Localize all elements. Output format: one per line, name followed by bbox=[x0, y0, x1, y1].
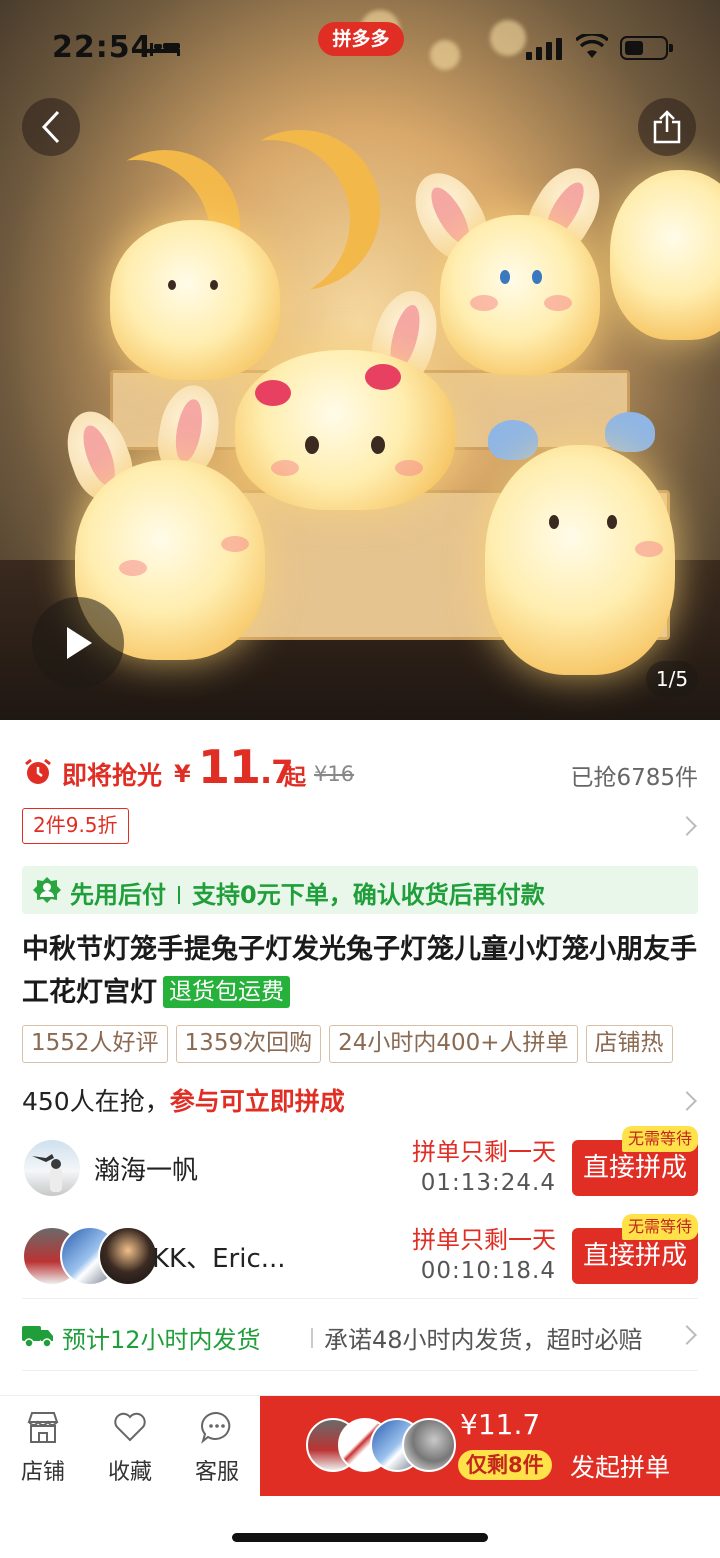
no-wait-badge: 无需等待 bbox=[621, 1214, 698, 1240]
pay-later-divider bbox=[178, 886, 180, 904]
avatar-photo bbox=[32, 1154, 62, 1192]
group-countdown: 01:13:24.4 bbox=[420, 1170, 556, 1196]
review-tags[interactable]: 1552人好评 1359次回购 24小时内400+人拼单 店铺热 bbox=[22, 1025, 720, 1065]
product-title: 中秋节灯笼手提兔子灯发光兔子灯笼儿童小灯笼小朋友手工花灯宫灯 退货包运费 bbox=[22, 928, 712, 1014]
share-button[interactable] bbox=[638, 98, 696, 156]
price-integer: 11 bbox=[198, 740, 261, 794]
divider bbox=[22, 1298, 698, 1299]
product-title-text: 中秋节灯笼手提兔子灯发光兔子灯笼儿童小灯笼小朋友手工花灯宫灯 bbox=[22, 934, 697, 1008]
shipping-estimate: 预计12小时内发货 bbox=[62, 1326, 261, 1354]
tag-store-hot[interactable]: 店铺热 bbox=[585, 1025, 673, 1063]
start-group-label: 发起拼单 bbox=[570, 1453, 671, 1482]
share-icon bbox=[653, 110, 681, 144]
price-from-suffix: 起 bbox=[284, 766, 307, 791]
sleep-mode-icon bbox=[150, 43, 180, 56]
group-leader-name: KK、Eric... bbox=[152, 1244, 286, 1274]
delivery-truck-icon bbox=[22, 1326, 53, 1348]
return-shipping-tag: 退货包运费 bbox=[163, 976, 290, 1008]
bunny-lantern-back bbox=[440, 215, 600, 375]
heart-icon bbox=[114, 1412, 146, 1442]
chevron-right-icon[interactable] bbox=[677, 1091, 697, 1111]
start-group-button[interactable]: ¥11.7 仅剩8件 发起拼单 bbox=[260, 1396, 720, 1496]
chat-bubble-icon bbox=[201, 1411, 231, 1444]
tag-good-reviews[interactable]: 1552人好评 bbox=[22, 1025, 168, 1063]
grab-count: 450人在抢， bbox=[22, 1087, 170, 1116]
favorite-label: 收藏 bbox=[107, 1460, 152, 1485]
home-indicator bbox=[232, 1533, 488, 1542]
back-button[interactable] bbox=[22, 98, 80, 156]
chick-lantern bbox=[110, 220, 280, 380]
heart-antler bbox=[488, 420, 538, 460]
image-counter: 1/5 bbox=[646, 661, 698, 697]
shipping-row[interactable]: 预计12小时内发货 承诺48小时内发货，超时必赔 bbox=[22, 1316, 698, 1356]
group-order-row: KK、Eric... 拼单只剩一天 00:10:18.4 直接拼成 无需等待 bbox=[22, 1214, 698, 1296]
play-icon bbox=[67, 627, 92, 659]
app-badge: 拼多多 bbox=[318, 22, 404, 56]
no-wait-badge: 无需等待 bbox=[621, 1126, 698, 1152]
status-time: 22:54 bbox=[52, 30, 153, 65]
wifi-icon bbox=[576, 34, 608, 58]
group-countdown: 00:10:18.4 bbox=[420, 1258, 556, 1284]
original-price: ¥16 bbox=[314, 762, 355, 786]
divider bbox=[22, 1370, 698, 1371]
stock-left-badge: 仅剩8件 bbox=[458, 1450, 552, 1480]
deer-lantern bbox=[485, 445, 675, 675]
pay-later-shield-icon bbox=[33, 877, 61, 903]
pay-later-desc: 支持0元下单，确认收货后再付款 bbox=[192, 881, 545, 909]
grab-count-row[interactable]: 450人在抢，参与可立即拼成 bbox=[22, 1082, 345, 1118]
store-button[interactable]: 店铺 bbox=[8, 1410, 78, 1486]
chevron-left-icon bbox=[41, 110, 60, 144]
heart-antler bbox=[605, 412, 655, 452]
bow-bunny-lantern bbox=[235, 350, 455, 510]
bottom-action-bar: 店铺 收藏 客服 ¥11.7 仅剩8件 发起拼单 bbox=[0, 1395, 720, 1496]
group-time-left: 拼单只剩一天 bbox=[412, 1138, 556, 1166]
grab-cta: 参与可立即拼成 bbox=[169, 1087, 345, 1116]
shipping-promise: 承诺48小时内发货，超时必赔 bbox=[324, 1326, 643, 1354]
avatar bbox=[98, 1226, 158, 1286]
currency-symbol: ¥ bbox=[174, 760, 191, 788]
price-row: 即将抢光 ¥ 11.7 起 ¥16 已抢6785件 bbox=[22, 740, 702, 802]
pay-later-banner[interactable]: 先用后付 支持0元下单，确认收货后再付款 bbox=[22, 866, 698, 914]
play-video-button[interactable] bbox=[32, 597, 124, 689]
product-image-carousel[interactable]: 22:54 拼多多 1/5 bbox=[0, 0, 720, 720]
customer-service-label: 客服 bbox=[194, 1460, 239, 1485]
group-time-left: 拼单只剩一天 bbox=[412, 1226, 556, 1254]
battery-icon bbox=[620, 36, 673, 60]
shipping-divider bbox=[311, 1328, 313, 1348]
group-leader-name: 瀚海一帆 bbox=[94, 1156, 199, 1186]
bokeh-light bbox=[490, 20, 526, 56]
price-value: 11.7 bbox=[198, 740, 293, 794]
tag-group-orders[interactable]: 24小时内400+人拼单 bbox=[329, 1025, 578, 1063]
cellular-signal-icon bbox=[526, 38, 562, 60]
customer-service-button[interactable]: 客服 bbox=[182, 1410, 252, 1486]
discount-tag[interactable]: 2件9.5折 bbox=[22, 808, 129, 844]
pay-later-text: 先用后付 支持0元下单，确认收货后再付款 bbox=[70, 875, 545, 910]
avatar bbox=[22, 1138, 82, 1198]
alarm-clock-icon bbox=[25, 758, 51, 784]
tag-repurchase[interactable]: 1359次回购 bbox=[175, 1025, 322, 1063]
favorite-button[interactable]: 收藏 bbox=[95, 1410, 165, 1486]
store-label: 店铺 bbox=[20, 1460, 65, 1485]
lantern-background-right bbox=[610, 170, 720, 340]
chevron-right-icon[interactable] bbox=[677, 816, 697, 836]
pay-later-label: 先用后付 bbox=[70, 881, 166, 909]
sold-count: 已抢6785件 bbox=[570, 765, 698, 791]
buy-price: ¥11.7 bbox=[460, 1408, 541, 1441]
group-order-row: 瀚海一帆 拼单只剩一天 01:13:24.4 直接拼成 无需等待 bbox=[22, 1126, 698, 1208]
flash-sale-label: 即将抢光 bbox=[62, 761, 163, 790]
avatar bbox=[402, 1418, 456, 1472]
store-icon bbox=[27, 1412, 59, 1443]
bokeh-light bbox=[430, 40, 460, 70]
